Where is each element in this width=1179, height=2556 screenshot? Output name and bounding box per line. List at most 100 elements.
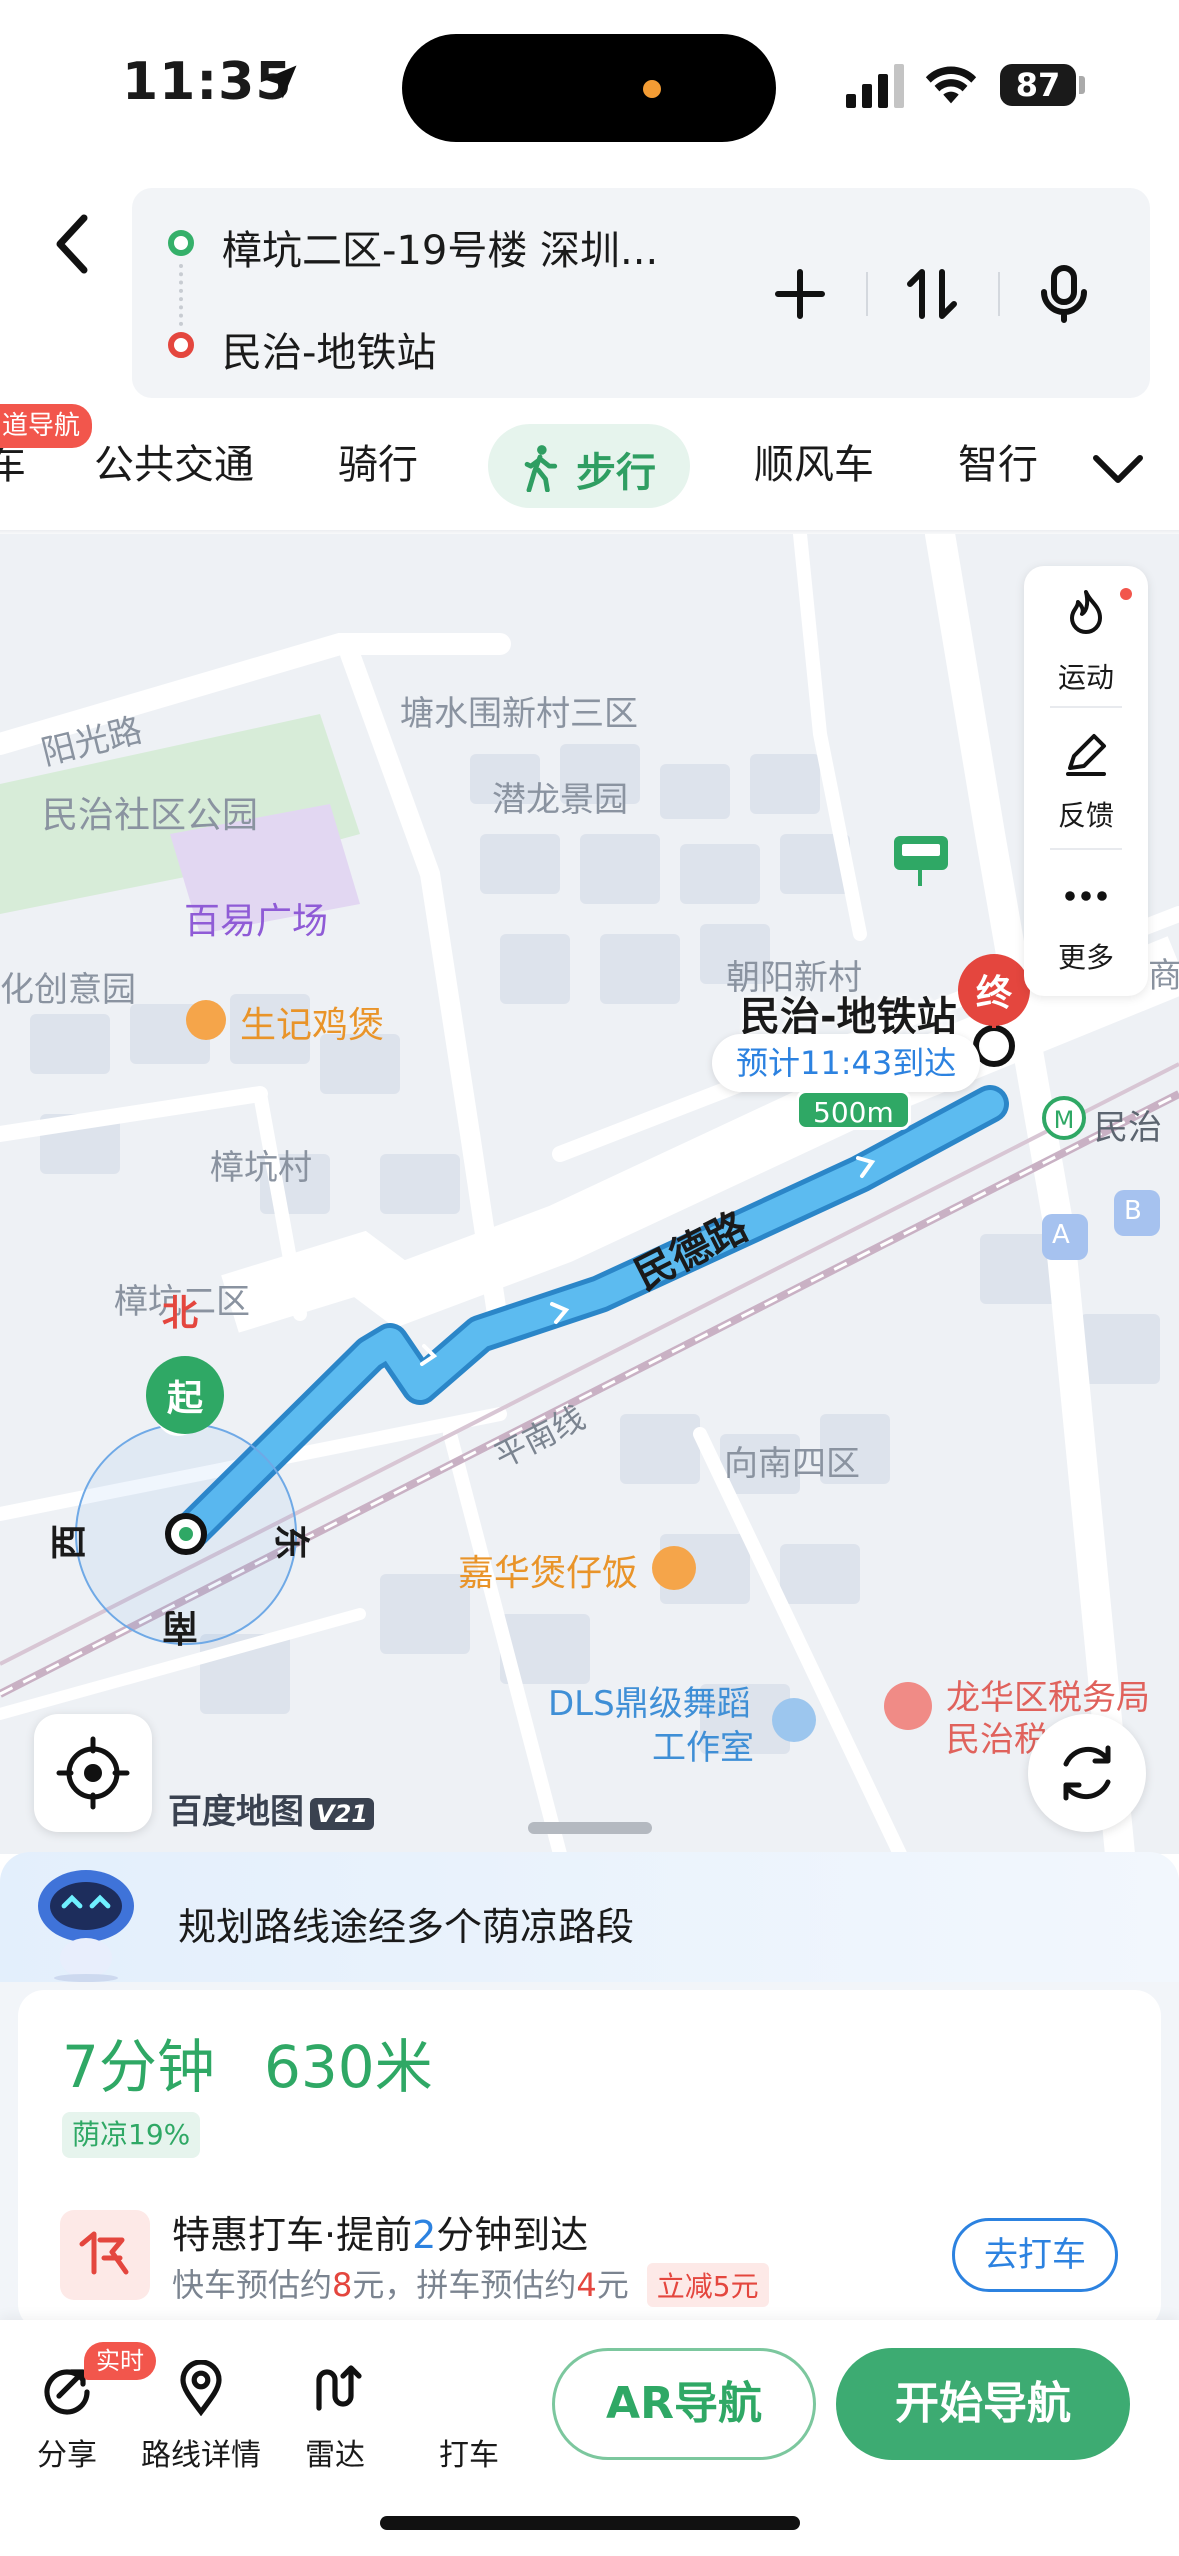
map-label-restaurant: 生记鸡煲	[240, 1005, 385, 1046]
start-marker[interactable]: 起	[146, 1356, 224, 1434]
map-pin-icon	[180, 2360, 222, 2416]
distance-marker: 500m	[796, 1090, 911, 1130]
map-label-studio: DLS鼎级舞蹈	[548, 1684, 751, 1724]
shade-percent-tag: 荫凉19%	[62, 2112, 201, 2158]
exit-a-label: A	[1052, 1220, 1070, 1250]
tool-more-label: 更多	[1057, 941, 1114, 974]
divider	[866, 272, 868, 316]
microphone-icon[interactable]	[1032, 262, 1096, 326]
refresh-icon	[1063, 1745, 1111, 1801]
map-label-studio-line2: 工作室	[652, 1728, 754, 1768]
map-brand-version: V21	[310, 1797, 374, 1830]
map-label-park: 民治社区公园	[42, 795, 259, 836]
exit-b-label: B	[1124, 1196, 1142, 1226]
route-distance: 630米	[264, 2033, 433, 2101]
taxi-promo-subtitle: 快车预估约8元，拼车预估约4元 立减5元	[172, 2260, 769, 2307]
discount-badge: 立减5元	[646, 2263, 769, 2307]
tab-carpool[interactable]: 顺风车	[754, 432, 874, 490]
battery-indicator: 87	[1000, 64, 1076, 106]
divider	[998, 272, 1000, 316]
home-indicator[interactable]	[380, 2516, 800, 2530]
map-tool-panel: 运动 反馈 更多	[1024, 566, 1148, 996]
map-label-edge: 商	[1148, 956, 1179, 996]
chevron-down-icon[interactable]	[1090, 446, 1146, 490]
tab-cycling[interactable]: 骑行	[338, 432, 418, 490]
add-waypoint-icon[interactable]	[768, 262, 832, 326]
flame-icon	[1070, 590, 1102, 634]
edit-icon	[1066, 734, 1106, 776]
status-bar: 11:35 87	[0, 0, 1179, 170]
taxi-sub-part: 元	[596, 2266, 629, 2304]
radar-button[interactable]: 雷达	[270, 2360, 400, 2480]
tool-exercise-label: 运动	[1057, 661, 1114, 694]
route-duration: 7分钟	[62, 2033, 215, 2101]
tool-feedback[interactable]: 反馈	[1024, 708, 1148, 848]
notification-dot	[1120, 588, 1132, 600]
tab-smart-travel[interactable]: 智行	[958, 432, 1038, 490]
tool-more[interactable]: 更多	[1024, 850, 1148, 990]
locate-button[interactable]	[34, 1714, 152, 1832]
back-arrow-icon[interactable]	[44, 210, 104, 278]
share-label: 分享	[37, 2438, 97, 2473]
taxi-title-part: 特惠打车·提前	[172, 2213, 413, 2257]
route-details-label: 路线详情	[141, 2438, 261, 2473]
compass-north: 北	[162, 1293, 199, 1334]
map-label-area: 潜龙景园	[492, 780, 628, 820]
map-view[interactable]: M 阳光路 塘水围新村三区 潜龙景园 民治社区公园 百易广场 化创意园 生记鸡煲…	[0, 534, 1179, 1854]
compass-west: 西	[49, 1523, 91, 1561]
taxi-button[interactable]: 打车	[404, 2360, 534, 2480]
battery-tip	[1079, 76, 1085, 94]
shade-banner-text: 规划路线途经多个荫凉路段	[178, 1905, 635, 1949]
route-details-button[interactable]: 路线详情	[136, 2360, 266, 2480]
robot-assistant-icon	[38, 1870, 134, 1982]
tab-transit[interactable]: 公共交通	[94, 432, 254, 490]
taxi-label: 打车	[439, 2438, 499, 2473]
walking-person-icon	[524, 445, 558, 492]
map-brand-name: 百度地图	[168, 1792, 304, 1832]
taxi-title-minutes: 2	[412, 2213, 437, 2257]
express-price: 8	[332, 2266, 353, 2304]
location-arrow-icon	[263, 65, 297, 99]
taxi-promo-icon	[60, 2210, 150, 2300]
refresh-route-button[interactable]	[1028, 1714, 1146, 1832]
go-taxi-button[interactable]: 去打车	[952, 2218, 1118, 2292]
map-label-area: 向南四区	[724, 1444, 860, 1484]
crosshair-icon	[56, 1736, 130, 1810]
eta-bubble: 预计11:43到达	[712, 1034, 981, 1092]
tool-feedback-label: 反馈	[1057, 799, 1114, 832]
wifi-icon	[925, 66, 977, 104]
map-label-plaza: 百易广场	[184, 901, 329, 942]
compass-east: 东	[270, 1523, 312, 1561]
svg-text:M: M	[1054, 1106, 1075, 1134]
taxi-sub-part: 元，拼车预估约	[352, 2266, 577, 2304]
dynamic-island	[402, 34, 776, 142]
map-label-restaurant: 嘉华煲仔饭	[458, 1553, 639, 1594]
destination-dot-icon	[168, 332, 194, 358]
radar-icon	[316, 2365, 362, 2411]
tab-walking-label: 步行	[576, 450, 656, 496]
tool-exercise[interactable]: 运动	[1024, 566, 1148, 706]
route-connector	[179, 264, 183, 326]
origin-field[interactable]: 樟坑二区-19号楼 深圳...	[222, 218, 658, 276]
cellular-signal-icon	[846, 64, 904, 108]
more-icon	[1065, 891, 1107, 901]
taxi-sub-part: 快车预估约	[172, 2266, 333, 2304]
map-label-metro: 民治	[1094, 1108, 1162, 1148]
map-label-area: 塘水围新村三区	[400, 694, 638, 734]
map-label-area: 化创意园	[0, 970, 136, 1010]
carpool-price: 4	[576, 2266, 597, 2304]
swap-route-icon[interactable]	[900, 262, 964, 326]
origin-dot-icon	[168, 230, 194, 256]
nav-badge: 道导航	[0, 404, 93, 448]
map-brand: 百度地图 V21	[168, 1784, 374, 1833]
taxi-title-part: 分钟到达	[436, 2213, 589, 2257]
recording-dot	[643, 80, 661, 98]
start-navigation-button[interactable]: 开始导航	[836, 2348, 1130, 2460]
radar-label: 雷达	[305, 2438, 365, 2473]
sheet-drag-handle[interactable]	[528, 1822, 652, 1834]
end-marker[interactable]: 终	[958, 954, 1030, 1026]
taxi-promo-title: 特惠打车·提前2分钟到达	[172, 2204, 588, 2259]
ar-navigation-button[interactable]: AR导航	[552, 2348, 816, 2460]
destination-field[interactable]: 民治-地铁站	[222, 320, 436, 378]
map-label-village: 樟坑村	[210, 1148, 312, 1188]
